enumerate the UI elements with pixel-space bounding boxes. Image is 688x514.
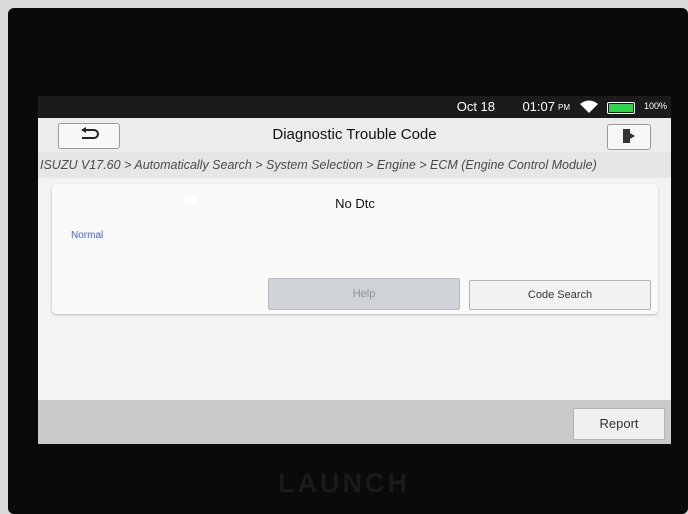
exit-button[interactable] [607,124,651,150]
footer-bar: Report [38,400,671,444]
brand-logo: LAUNCH [278,468,410,498]
dtc-result-title: No Dtc [335,196,375,211]
code-search-button[interactable]: Code Search [469,280,651,310]
battery-level-fill [609,104,633,112]
page-title: Diagnostic Trouble Code [272,126,437,143]
status-date: Oct 18 [456,99,495,114]
screen: Oct 18 01:07 PM 100% Diagnostic Trouble … [38,96,671,444]
dtc-status-text: Normal [71,230,104,241]
screen-glare [183,194,197,206]
exit-door-icon [623,129,635,143]
result-card: No Dtc Normal Help Code Search [52,184,658,314]
help-button[interactable]: Help [268,278,460,310]
wifi-icon [580,100,598,113]
status-time: 01:07 [522,99,555,114]
battery-percent: 100% [643,101,667,111]
battery-icon [607,102,635,114]
tablet-device: Oct 18 01:07 PM 100% Diagnostic Trouble … [8,8,688,514]
report-button[interactable]: Report [573,408,665,440]
status-bar: Oct 18 01:07 PM 100% [38,96,671,118]
breadcrumb: ISUZU V17.60 > Automatically Search > Sy… [38,152,671,178]
title-bar: Diagnostic Trouble Code [38,118,671,153]
status-ampm: PM [558,103,570,112]
